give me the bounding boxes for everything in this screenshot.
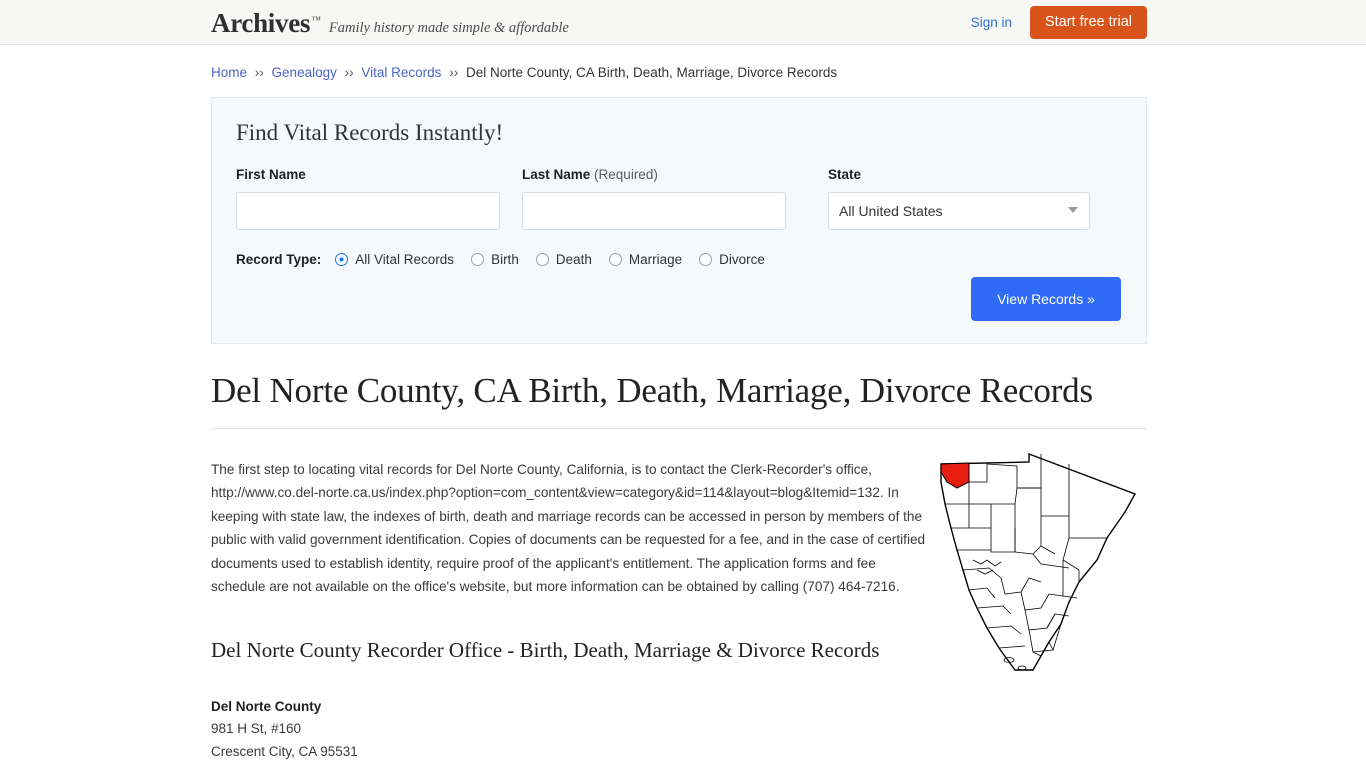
- state-outline: [940, 452, 1137, 671]
- site-logo[interactable]: Archives ™ Family history made simple & …: [211, 8, 569, 39]
- first-name-input[interactable]: [236, 192, 500, 230]
- breadcrumb-item-vital-records[interactable]: Vital Records: [361, 65, 441, 80]
- radio-icon: [535, 253, 549, 266]
- radio-icon: [471, 253, 485, 266]
- radio-marriage[interactable]: Marriage: [608, 252, 683, 267]
- radio-icon: [335, 253, 349, 266]
- state-field-group: State All United States: [828, 167, 1090, 230]
- office-name: Del Norte County: [211, 698, 322, 714]
- office-hours: Hours of Operation: 8AM-N,1-5PM PST: [211, 763, 1147, 768]
- radio-death[interactable]: Death: [535, 252, 592, 267]
- search-panel-title: Find Vital Records Instantly!: [236, 120, 504, 145]
- state-select[interactable]: All United States: [828, 192, 1090, 230]
- breadcrumb-separator: ››: [344, 65, 354, 80]
- radio-label: Marriage: [628, 252, 683, 267]
- office-city-state-zip: Crescent City, CA 95531: [211, 743, 358, 759]
- record-type-label: Record Type:: [236, 252, 322, 267]
- vital-records-search-panel: Find Vital Records Instantly! First Name…: [211, 97, 1147, 344]
- radio-label: Birth: [491, 252, 519, 267]
- last-name-field-group: Last Name (Required): [522, 167, 786, 230]
- sign-in-link[interactable]: Sign in: [971, 15, 1012, 30]
- last-name-input[interactable]: [522, 192, 786, 230]
- state-label: State: [828, 167, 862, 182]
- state-select-wrap: All United States: [828, 192, 1090, 230]
- radio-birth[interactable]: Birth: [471, 252, 519, 267]
- california-county-map: [929, 442, 1141, 682]
- page-title: Del Norte County, CA Birth, Death, Marri…: [211, 371, 1147, 429]
- breadcrumb-item-current: Del Norte County, CA Birth, Death, Marri…: [465, 65, 838, 80]
- first-name-field-group: First Name: [236, 167, 500, 230]
- last-name-label-text: Last Name: [522, 167, 591, 182]
- breadcrumb-separator: ››: [254, 65, 264, 80]
- breadcrumb-item-home[interactable]: Home: [211, 65, 247, 80]
- radio-label: Death: [555, 252, 592, 267]
- radio-all-vital-records[interactable]: All Vital Records: [335, 252, 454, 267]
- article: The first step to locating vital records…: [211, 429, 1147, 768]
- breadcrumb-separator: ››: [449, 65, 459, 80]
- last-name-label: Last Name (Required): [522, 167, 786, 182]
- radio-icon: [699, 253, 713, 266]
- breadcrumb-item-genealogy[interactable]: Genealogy: [272, 65, 337, 80]
- last-name-required-note: (Required): [594, 167, 658, 182]
- view-records-button[interactable]: View Records »: [971, 277, 1121, 321]
- first-name-label: First Name: [236, 167, 306, 182]
- page-body: Home ›› Genealogy ›› Vital Records ›› De…: [0, 45, 1366, 768]
- content-column: Home ›› Genealogy ›› Vital Records ›› De…: [211, 45, 1147, 768]
- radio-label: Divorce: [719, 252, 765, 267]
- trademark-icon: ™: [311, 15, 321, 26]
- office-street: 981 H St, #160: [211, 721, 302, 737]
- office-address-block: Del Norte County 981 H St, #160 Crescent…: [211, 696, 1147, 768]
- radio-label: All Vital Records: [355, 252, 455, 267]
- brand-tagline: Family history made simple & affordable: [328, 20, 569, 36]
- header-actions: Sign in Start free trial: [971, 0, 1147, 45]
- radio-divorce[interactable]: Divorce: [699, 252, 765, 267]
- radio-icon: [608, 253, 622, 266]
- record-type-radio-group: Record Type: All Vital Records Birth Dea…: [236, 252, 1122, 267]
- california-map-svg: [940, 452, 1137, 671]
- search-fields-row: First Name Last Name (Required) State Al…: [236, 167, 1122, 230]
- intro-paragraph: The first step to locating vital records…: [211, 461, 926, 595]
- breadcrumb: Home ›› Genealogy ›› Vital Records ›› De…: [211, 45, 1147, 82]
- header-inner: Archives ™ Family history made simple & …: [0, 0, 1366, 45]
- start-free-trial-button[interactable]: Start free trial: [1029, 5, 1147, 40]
- site-header: Archives ™ Family history made simple & …: [0, 0, 1366, 45]
- brand-name: Archives: [211, 8, 311, 38]
